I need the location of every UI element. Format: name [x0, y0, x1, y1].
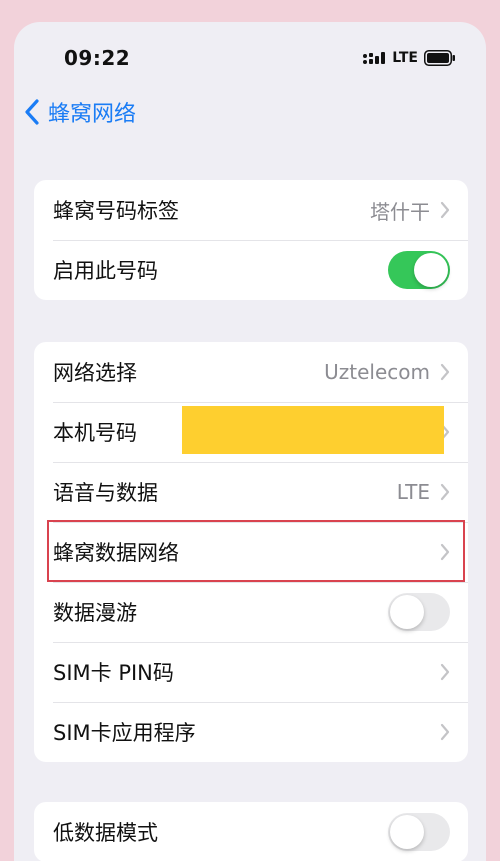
enable-number-toggle[interactable] — [388, 251, 450, 289]
chevron-right-icon — [440, 543, 450, 561]
status-bar: 09:22 LTE — [14, 22, 486, 92]
row-label: 蜂窝数据网络 — [53, 541, 179, 565]
row-voice-and-data[interactable]: 语音与数据 LTE — [34, 462, 468, 522]
row-cellular-data-network[interactable]: 蜂窝数据网络 — [34, 522, 468, 582]
toggle-knob — [390, 815, 424, 849]
row-label: 语音与数据 — [53, 481, 158, 505]
chevron-right-icon — [440, 723, 450, 741]
row-label: 启用此号码 — [53, 259, 158, 283]
row-label: SIM卡应用程序 — [53, 721, 196, 745]
row-label: 蜂窝号码标签 — [53, 199, 179, 223]
network-type-label: LTE — [392, 50, 418, 66]
low-data-mode-toggle[interactable] — [388, 813, 450, 851]
chevron-right-icon — [440, 483, 450, 501]
chevron-right-icon — [440, 663, 450, 681]
row-network-selection[interactable]: 网络选择 Uztelecom — [34, 342, 468, 402]
settings-group-low-data: 低数据模式 — [34, 802, 468, 861]
row-value: 塔什干 — [370, 199, 430, 224]
row-low-data-mode: 低数据模式 — [34, 802, 468, 861]
chevron-left-icon — [25, 99, 39, 125]
status-time: 09:22 — [64, 46, 131, 70]
row-sim-applications[interactable]: SIM卡应用程序 — [34, 702, 468, 762]
chevron-right-icon — [440, 363, 450, 381]
row-label: SIM卡 PIN码 — [53, 661, 174, 685]
back-button[interactable]: 蜂窝网络 — [24, 90, 136, 134]
row-label: 数据漫游 — [53, 601, 137, 625]
signal-icon — [363, 52, 386, 64]
data-roaming-toggle[interactable] — [388, 593, 450, 631]
battery-icon — [424, 50, 456, 66]
phone-screen: 09:22 LTE 蜂窝网络 蜂窝号码标签 塔什干 启用此号码 网络选择 Uzt… — [14, 22, 486, 861]
chevron-right-icon — [440, 201, 450, 219]
settings-group-network: 网络选择 Uztelecom 本机号码 语音与数据 LTE 蜂窝数据网络 数据漫… — [34, 342, 468, 762]
status-icons: LTE — [362, 50, 456, 66]
settings-group-number: 蜂窝号码标签 塔什干 启用此号码 — [34, 180, 468, 300]
row-label: 网络选择 — [53, 361, 137, 385]
row-sim-pin[interactable]: SIM卡 PIN码 — [34, 642, 468, 702]
toggle-knob — [390, 595, 424, 629]
row-data-roaming: 数据漫游 — [34, 582, 468, 642]
row-value: Uztelecom — [324, 360, 430, 384]
redaction-block — [182, 406, 444, 454]
row-value: LTE — [396, 480, 430, 504]
back-label: 蜂窝网络 — [48, 102, 137, 127]
toggle-knob — [414, 253, 448, 287]
row-label: 低数据模式 — [53, 821, 158, 845]
navigation-bar: 蜂窝网络 — [14, 90, 486, 134]
row-enable-number: 启用此号码 — [34, 240, 468, 300]
row-cellular-number-label[interactable]: 蜂窝号码标签 塔什干 — [34, 180, 468, 240]
